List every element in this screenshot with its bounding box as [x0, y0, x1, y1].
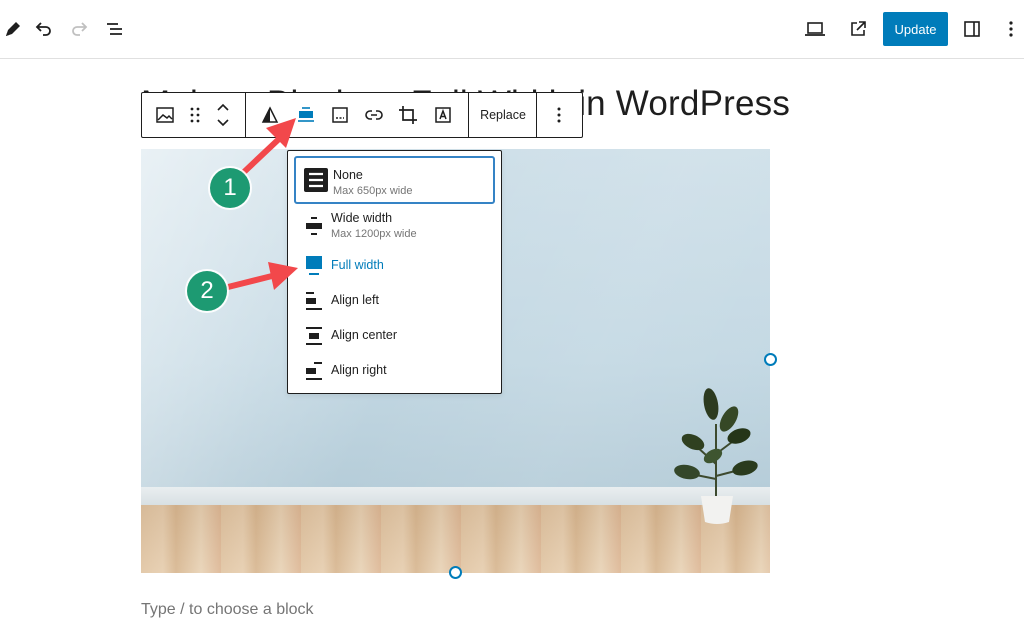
step-badge-2: 2	[187, 271, 227, 311]
block-toolbar: Replace	[141, 92, 583, 138]
step-badge-1: 1	[210, 168, 250, 208]
link-icon[interactable]	[359, 93, 389, 137]
list-view-icon[interactable]	[102, 16, 128, 42]
option-label: Align right	[331, 363, 387, 377]
pencil-icon[interactable]	[0, 16, 26, 42]
option-sublabel: Max 1200px wide	[331, 228, 417, 240]
align-option-none[interactable]: None Max 650px wide	[294, 156, 495, 204]
redo-icon[interactable]	[66, 16, 92, 42]
replace-button[interactable]: Replace	[470, 93, 536, 137]
more-options-icon[interactable]	[544, 93, 574, 137]
external-link-icon[interactable]	[845, 16, 871, 42]
crop-icon[interactable]	[393, 93, 423, 137]
plant-illustration	[674, 388, 758, 524]
align-option-full-width[interactable]: Full width	[294, 251, 495, 281]
option-label: Align left	[331, 293, 379, 307]
align-wide-icon	[306, 217, 322, 235]
option-label: None	[333, 168, 363, 182]
drag-handle-icon[interactable]	[180, 93, 210, 137]
editor-top-bar: Update	[0, 0, 1024, 59]
align-option-wide[interactable]: Wide width Max 1200px wide	[294, 208, 495, 248]
caption-icon[interactable]	[325, 93, 355, 137]
align-center-icon	[306, 327, 322, 345]
text-overlay-icon[interactable]	[428, 93, 458, 137]
sidebar-toggle-icon[interactable]	[959, 16, 985, 42]
align-right-icon	[306, 362, 322, 380]
option-sublabel: Max 650px wide	[333, 185, 413, 197]
option-label: Wide width	[331, 211, 393, 225]
align-icon[interactable]	[291, 93, 321, 137]
option-label: Full width	[331, 258, 384, 272]
align-left-icon	[306, 292, 322, 310]
move-up-down-icon[interactable]	[208, 93, 238, 137]
align-option-center[interactable]: Align center	[294, 321, 495, 351]
more-options-icon[interactable]	[998, 16, 1024, 42]
update-button[interactable]: Update	[883, 12, 948, 46]
align-full-icon	[306, 256, 322, 275]
block-appender-placeholder[interactable]: Type / to choose a block	[141, 601, 314, 619]
align-option-right[interactable]: Align right	[294, 356, 495, 386]
align-dropdown-menu: None Max 650px wide Wide width Max 1200p…	[287, 150, 502, 394]
duotone-icon[interactable]	[255, 93, 285, 137]
resize-handle-right[interactable]	[764, 353, 777, 366]
resize-handle-bottom[interactable]	[449, 566, 462, 579]
align-option-left[interactable]: Align left	[294, 286, 495, 316]
preview-device-icon[interactable]	[802, 16, 828, 42]
option-label: Align center	[331, 328, 398, 342]
undo-icon[interactable]	[31, 16, 57, 42]
image-block-icon[interactable]	[150, 93, 180, 137]
align-none-icon	[304, 168, 328, 192]
